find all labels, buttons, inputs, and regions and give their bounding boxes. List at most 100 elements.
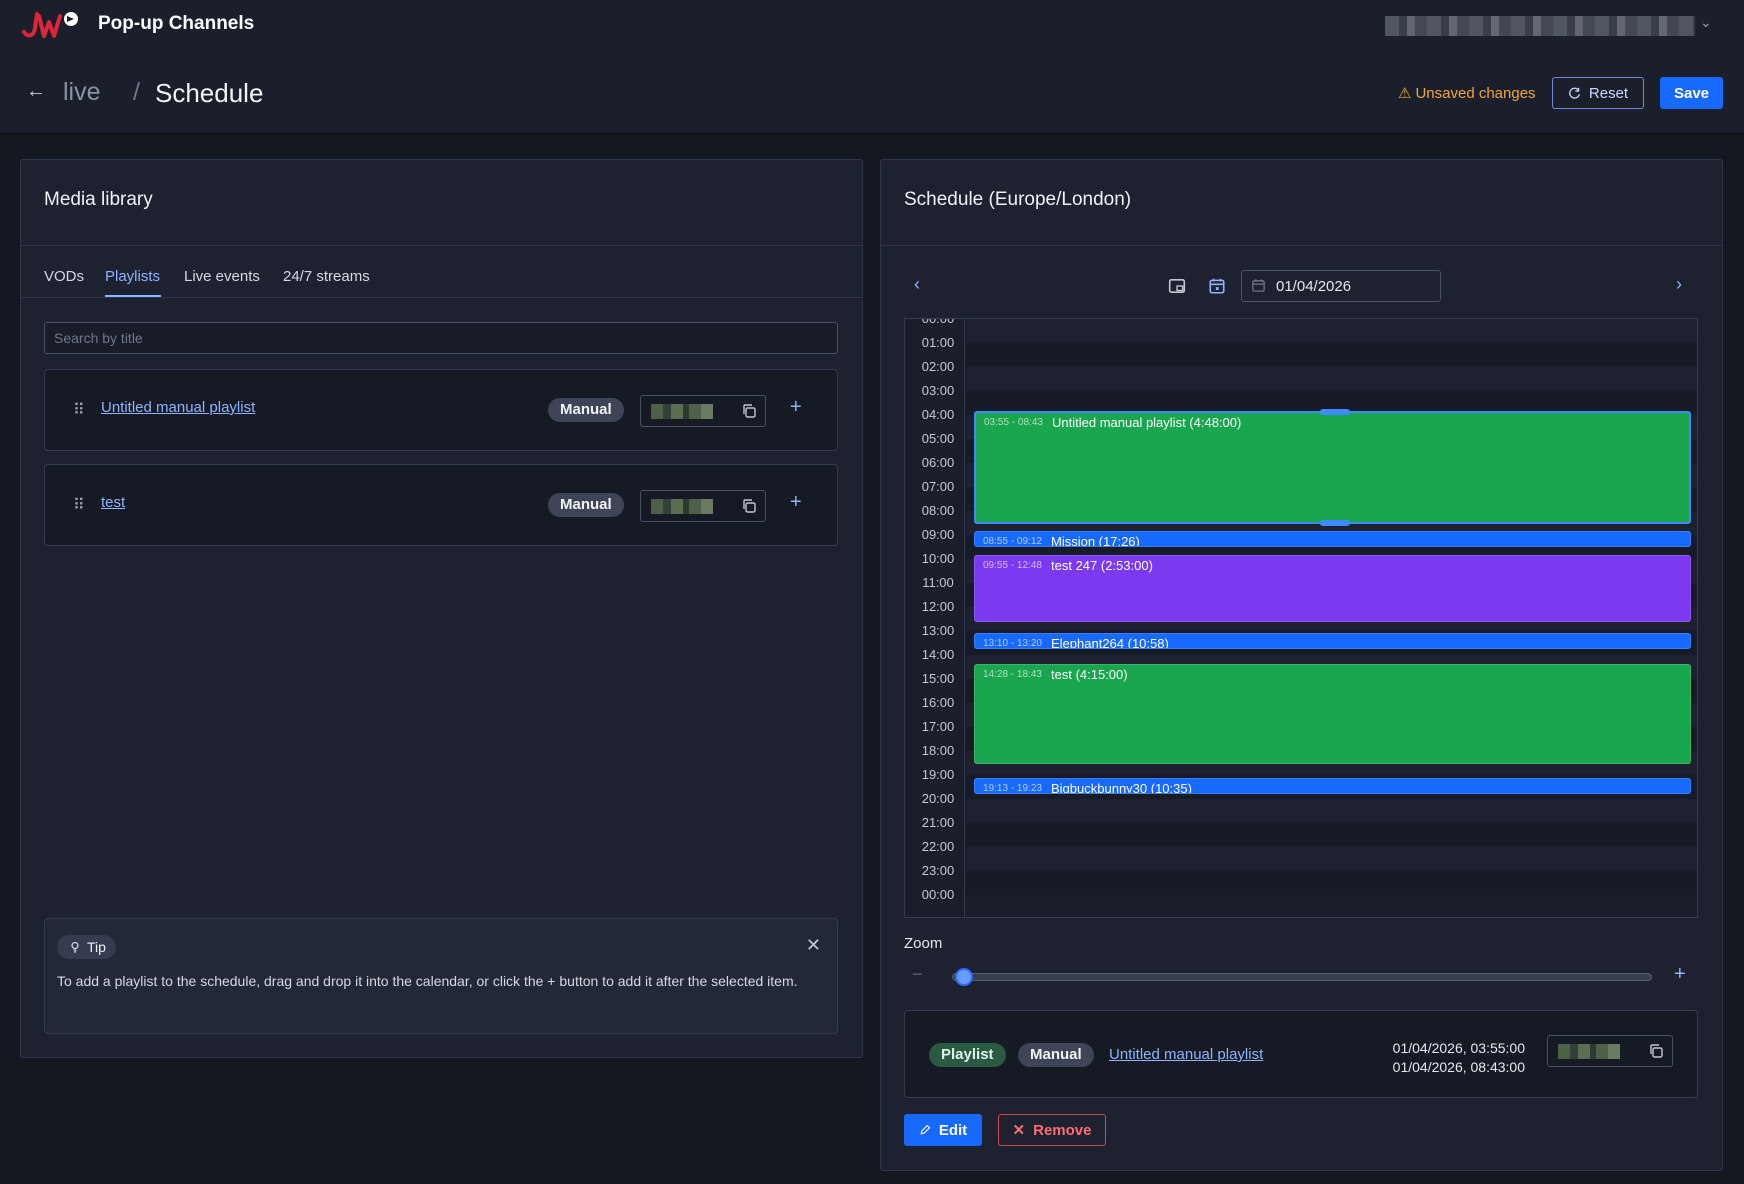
event-time: 09:55 - 12:48	[983, 560, 1042, 571]
hour-label: 10:00	[921, 551, 955, 566]
drag-handle-icon[interactable]: ⠿	[73, 495, 85, 515]
breadcrumb-separator: /	[133, 78, 140, 106]
zoom-label: Zoom	[904, 935, 943, 952]
schedule-event[interactable]: 19:13 - 19:23 Bigbuckbunny30 (10:35)	[974, 778, 1691, 795]
selected-item-times: 01/04/2026, 03:55:00 01/04/2026, 08:43:0…	[1375, 1039, 1525, 1077]
picture-in-picture-icon[interactable]	[1168, 277, 1186, 295]
tab-live-events[interactable]: Live events	[184, 268, 260, 285]
schedule-event[interactable]: 03:55 - 08:43 Untitled manual playlist (4…	[974, 409, 1691, 527]
hour-row[interactable]	[966, 823, 1697, 847]
event-label: test (4:15:00)	[1051, 667, 1128, 683]
lightbulb-icon	[71, 941, 79, 953]
tab-247-streams[interactable]: 24/7 streams	[283, 268, 370, 285]
copy-icon[interactable]	[1648, 1043, 1664, 1059]
schedule-event[interactable]: 13:10 - 13:20 Elephant264 (10:58)	[974, 633, 1691, 649]
refresh-icon	[1569, 87, 1580, 99]
hour-label: 01:00	[921, 335, 955, 350]
reset-button[interactable]: Reset	[1552, 77, 1644, 109]
save-button[interactable]: Save	[1660, 77, 1723, 109]
remove-label: Remove	[1033, 1121, 1092, 1139]
remove-button[interactable]: ✕ Remove	[998, 1114, 1106, 1146]
media-id-redacted	[1558, 1044, 1620, 1059]
hour-label: 15:00	[921, 671, 955, 686]
zoom-slider-thumb[interactable]	[955, 968, 973, 986]
hour-row[interactable]	[966, 343, 1697, 367]
unsaved-text: Unsaved changes	[1415, 85, 1536, 102]
schedule-event[interactable]: 09:55 - 12:48 test 247 (2:53:00)	[974, 555, 1691, 623]
event-time: 13:10 - 13:20	[983, 638, 1042, 649]
hour-label: 03:00	[921, 383, 955, 398]
top-header: Pop-up Channels ⌄ ← live / Schedule ⚠ Uns…	[0, 0, 1744, 134]
page-title: Schedule	[155, 78, 264, 108]
copy-icon[interactable]	[741, 403, 757, 419]
hour-label: 00:00	[921, 887, 955, 902]
jw-logo[interactable]	[18, 8, 80, 42]
playlist-card[interactable]: ⠿ test Manual +	[44, 464, 838, 546]
playlist-title-link[interactable]: test	[101, 494, 125, 511]
search-input[interactable]	[44, 322, 838, 354]
event-label: test 247 (2:53:00)	[1051, 558, 1153, 573]
unsaved-changes-indicator: ⚠ Unsaved changes	[1398, 84, 1536, 102]
event-label: Mission (17:26)	[1051, 534, 1140, 547]
panel-divider	[881, 245, 1722, 246]
date-picker-input[interactable]: 01/04/2026	[1241, 270, 1441, 302]
zoom-out-icon[interactable]: −	[912, 964, 923, 985]
app-name: Pop-up Channels	[98, 13, 255, 34]
hour-label: 11:00	[922, 575, 954, 590]
hour-label: 08:00	[921, 503, 955, 518]
event-label: Untitled manual playlist (4:48:00)	[1052, 415, 1242, 430]
type-badge: Manual	[1018, 1043, 1094, 1067]
type-badge: Manual	[548, 493, 624, 517]
hour-label: 05:00	[921, 431, 955, 446]
media-id-field[interactable]	[1547, 1035, 1673, 1067]
user-account-menu[interactable]	[1385, 16, 1695, 36]
hour-label: 04:00	[921, 407, 955, 422]
tabs-divider	[21, 297, 862, 298]
hour-label: 13:00	[921, 623, 955, 638]
schedule-calendar[interactable]: 00:00 01:00 02:00 03:00 04:00 05:00 06:00 07:00…	[904, 318, 1698, 918]
event-label: Elephant264 (10:58)	[1051, 636, 1169, 649]
panel-divider	[21, 245, 862, 246]
hour-label: 23:00	[921, 863, 955, 878]
hour-label: 02:00	[921, 359, 955, 374]
chevron-down-icon[interactable]: ⌄	[1700, 14, 1712, 31]
tip-label: Tip	[87, 939, 106, 955]
close-icon[interactable]: ✕	[806, 935, 821, 956]
drag-handle-icon[interactable]: ⠿	[73, 400, 85, 420]
hour-label: 14:00	[921, 647, 955, 662]
add-to-schedule-button[interactable]: +	[790, 396, 802, 419]
breadcrumb-parent[interactable]: live	[63, 78, 101, 107]
resize-handle-top[interactable]	[1320, 409, 1350, 415]
previous-day-arrow-icon[interactable]: ‹	[914, 274, 920, 295]
event-time: 14:28 - 18:43	[983, 669, 1042, 681]
hour-row[interactable]	[966, 847, 1697, 871]
edit-button[interactable]: Edit	[904, 1114, 982, 1146]
selected-item-title-link[interactable]: Untitled manual playlist	[1109, 1046, 1263, 1063]
next-day-arrow-icon[interactable]: ›	[1676, 274, 1682, 295]
schedule-event[interactable]: 08:55 - 09:12 Mission (17:26)	[974, 531, 1691, 547]
zoom-in-icon[interactable]: +	[1674, 963, 1686, 986]
edit-label: Edit	[938, 1121, 968, 1139]
playlist-card[interactable]: ⠿ Untitled manual playlist Manual +	[44, 369, 838, 451]
back-arrow-icon[interactable]: ←	[26, 80, 46, 103]
end-time: 01/04/2026, 08:43:00	[1392, 1059, 1525, 1075]
hour-row[interactable]	[966, 367, 1697, 391]
selected-item-details: Playlist Manual Untitled manual playlist…	[904, 1010, 1698, 1098]
add-to-schedule-button[interactable]: +	[790, 491, 802, 514]
tab-vods[interactable]: VODs	[44, 268, 84, 285]
zoom-slider[interactable]	[952, 973, 1652, 981]
tab-playlists[interactable]: Playlists	[105, 268, 160, 285]
calendar-today-icon[interactable]	[1208, 277, 1226, 295]
resize-handle-bottom[interactable]	[1320, 520, 1350, 527]
copy-icon[interactable]	[741, 498, 757, 514]
hour-row[interactable]	[966, 799, 1697, 823]
media-id-field[interactable]	[640, 395, 766, 427]
schedule-event[interactable]: 14:28 - 18:43 test (4:15:00)	[974, 664, 1691, 765]
hour-label: 21:00	[921, 815, 955, 830]
hour-row[interactable]	[966, 871, 1697, 895]
playlist-title-link[interactable]: Untitled manual playlist	[101, 399, 255, 416]
tip-box: Tip ✕ To add a playlist to the schedule,…	[44, 918, 838, 1034]
media-id-field[interactable]	[640, 490, 766, 522]
hour-label: 20:00	[921, 791, 955, 806]
hour-row[interactable]	[966, 319, 1697, 343]
